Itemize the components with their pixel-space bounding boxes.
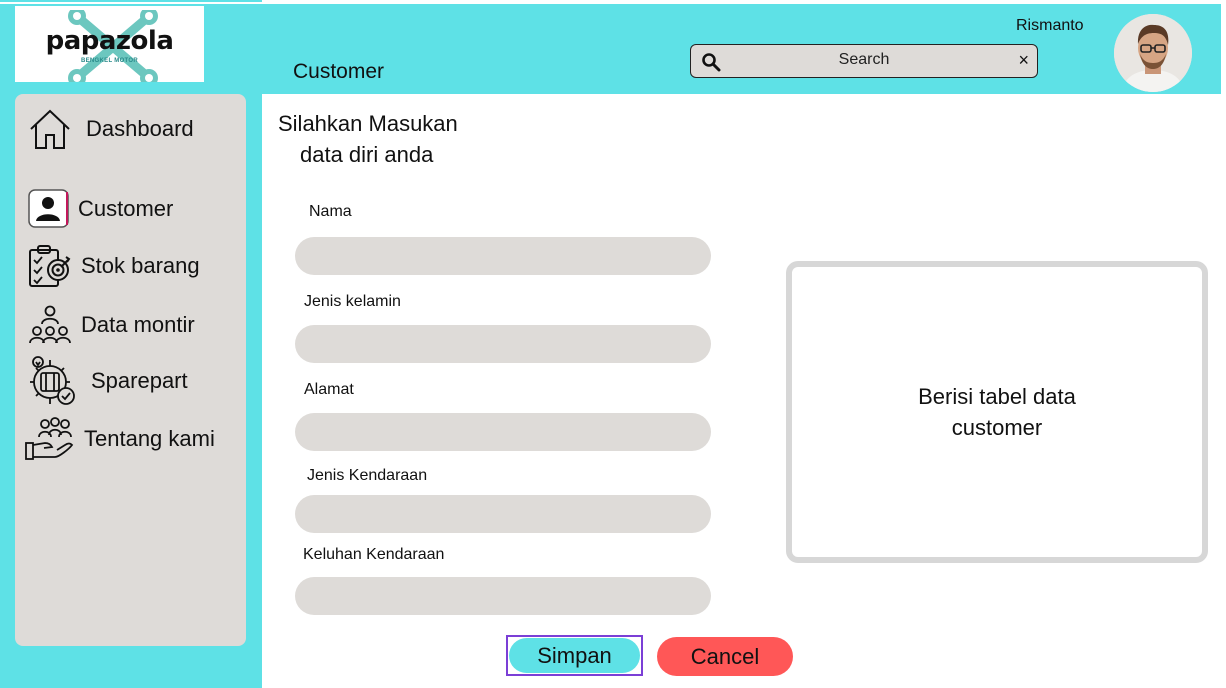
checklist-icon (29, 245, 71, 287)
customer-table-card: Berisi tabel data customer (786, 261, 1208, 563)
form-intro: Silahkan Masukan data diri anda (278, 108, 458, 170)
clear-search-icon[interactable]: × (1018, 50, 1029, 71)
sidebar-item-data-montir[interactable]: Data montir (28, 305, 195, 345)
sidebar-item-label: Tentang kami (84, 426, 215, 451)
form-intro-line-1: Silahkan Masukan (278, 111, 458, 136)
brand-name: papazola (45, 26, 174, 56)
nama-field[interactable] (295, 237, 711, 275)
user-name: Rismanto (1016, 17, 1084, 34)
sidebar-item-dashboard[interactable]: Dashboard (28, 108, 194, 150)
page-title: Customer (293, 60, 385, 83)
jenis-kendaraan-field[interactable] (295, 495, 711, 533)
sidebar-item-sparepart[interactable]: Sparepart (28, 356, 188, 406)
gear-icon (30, 356, 75, 405)
team-icon (29, 305, 71, 344)
field-label-jenis-kendaraan: Jenis Kendaraan (307, 467, 428, 484)
search-input[interactable]: Search (691, 51, 1037, 69)
user-photo-icon (1114, 14, 1192, 92)
jenis-kelamin-field[interactable] (295, 325, 711, 363)
cancel-button[interactable]: Cancel (657, 637, 793, 676)
field-label-nama: Nama (309, 203, 352, 220)
form-intro-line-2: data diri anda (300, 142, 434, 167)
user-icon (28, 189, 69, 228)
sidebar-item-label: Sparepart (91, 368, 188, 393)
field-label-alamat: Alamat (304, 381, 354, 398)
sidebar-item-label: Customer (78, 196, 174, 221)
sidebar-item-label: Data montir (81, 312, 195, 337)
keluhan-kendaraan-field[interactable] (295, 577, 711, 615)
alamat-field[interactable] (295, 413, 711, 451)
search-bar[interactable]: Search × (690, 44, 1038, 78)
save-button[interactable]: Simpan (506, 635, 643, 676)
brand-logo[interactable]: papazola BENGKEL MOTOR (15, 6, 204, 82)
sidebar-item-customer[interactable]: Customer (28, 189, 173, 229)
card-line-2: customer (951, 415, 1043, 440)
save-button-label: Simpan (509, 638, 640, 673)
sidebar-item-tentang-kami[interactable]: Tentang kami (25, 417, 215, 461)
field-label-keluhan-kendaraan: Keluhan Kendaraan (303, 546, 445, 563)
avatar[interactable] (1114, 14, 1192, 92)
sidebar-item-label: Dashboard (86, 116, 194, 141)
brand-subtitle: BENGKEL MOTOR (80, 58, 138, 64)
field-label-jenis-kelamin: Jenis kelamin (304, 293, 401, 310)
home-icon (30, 109, 70, 149)
sidebar-item-stok-barang[interactable]: Stok barang (28, 244, 200, 288)
hand-people-icon (25, 417, 74, 460)
sidebar-item-label: Stok barang (81, 253, 200, 278)
top-accent-line (0, 0, 262, 2)
card-line-1: Berisi tabel data (918, 384, 1076, 409)
